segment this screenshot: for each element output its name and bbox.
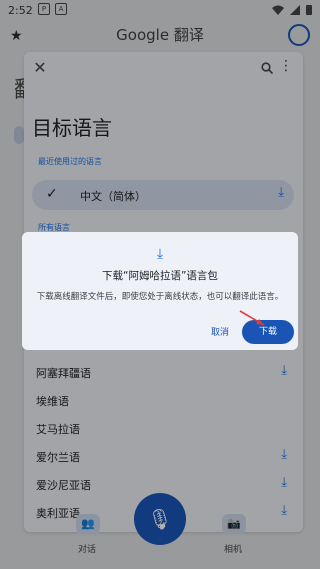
download-dialog: ⤓ 下载“阿姆哈拉语”语言包 下载离线翻译文件后，即使您处于离线状态，也可以翻译… [22,232,298,350]
arrow-icon [239,310,265,326]
cancel-button[interactable]: 取消 [200,322,240,344]
dialog-message: 下载离线翻译文件后，即使您处于离线状态，也可以翻译此语言。 [36,292,284,302]
download-icon: ⤓ [156,246,164,262]
dialog-title: 下载“阿姆哈拉语”语言包 [102,270,218,282]
